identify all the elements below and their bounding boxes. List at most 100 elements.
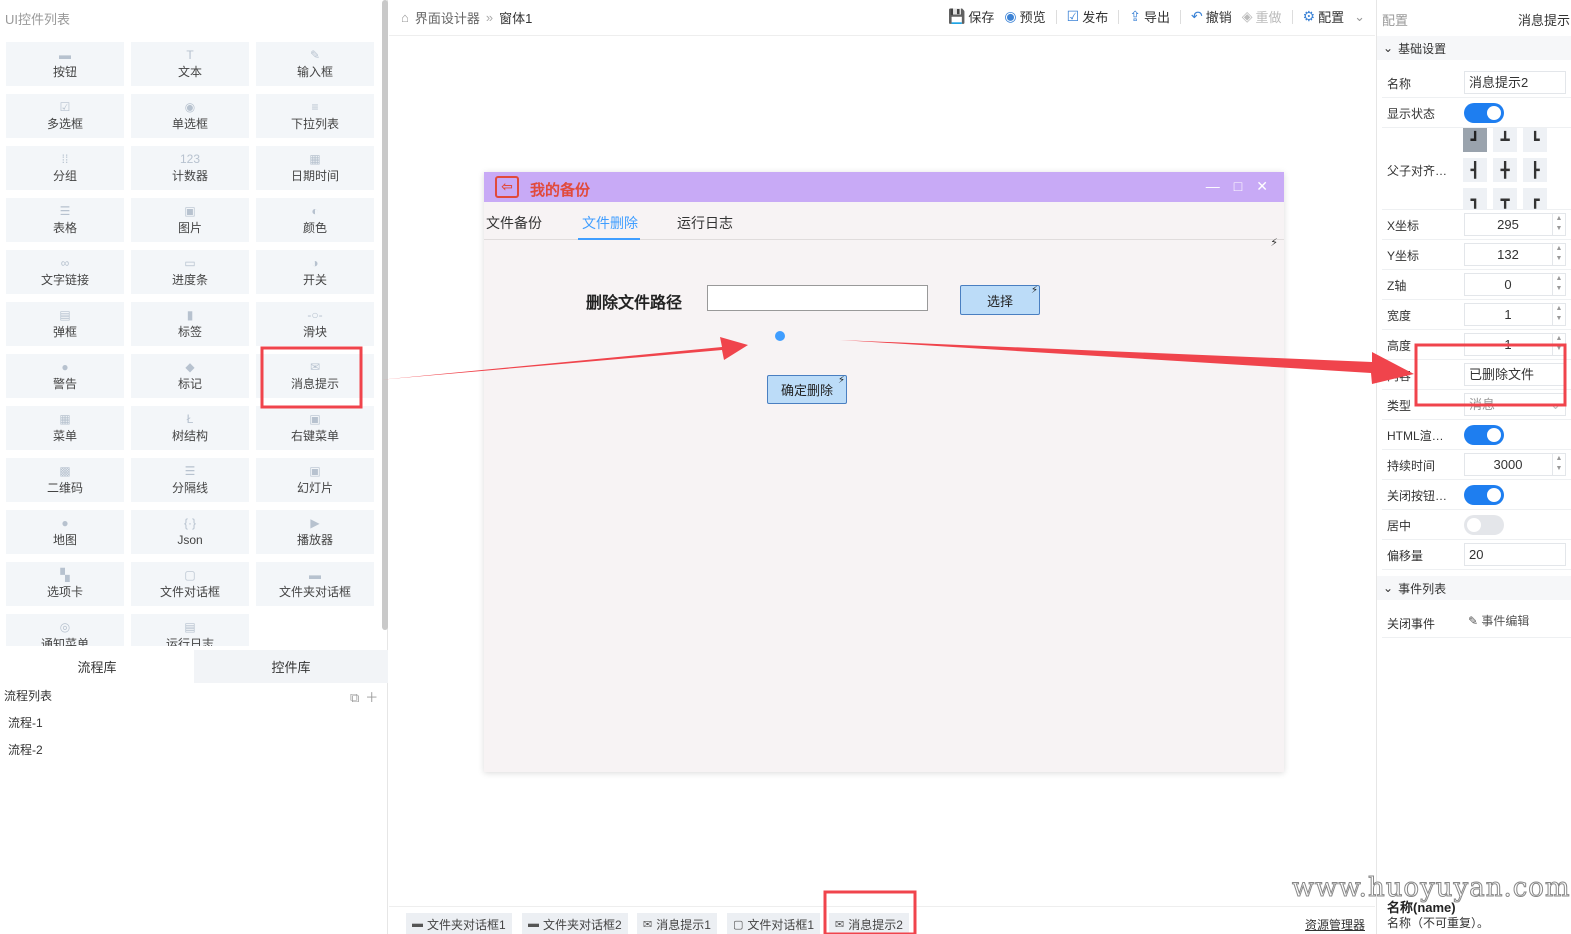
- component-tab[interactable]: ▬ 文件夹对话框2: [522, 913, 628, 934]
- y-field[interactable]: 132 ▲ ▼: [1464, 243, 1566, 266]
- control-slider[interactable]: -○- 滑块: [256, 302, 374, 346]
- align-option[interactable]: ┗: [1523, 128, 1547, 152]
- tab-run-log[interactable]: 运行日志: [677, 213, 733, 233]
- control-message[interactable]: ✉ 消息提示: [256, 354, 374, 398]
- type-select[interactable]: 消息 ⌄: [1464, 393, 1566, 416]
- component-tab[interactable]: ✉ 消息提示1: [637, 913, 717, 934]
- stepper-arrows-icon[interactable]: ▲ ▼: [1552, 454, 1565, 475]
- content-field[interactable]: 已删除文件: [1464, 363, 1566, 386]
- duration-field[interactable]: 3000 ▲ ▼: [1464, 453, 1566, 476]
- control-tabs[interactable]: ▚ 选项卡: [6, 562, 124, 606]
- design-window[interactable]: ⇦ 我的备份 — □ ✕ 文件备份 文件删除 运行日志 ⚡ 删除文件路径 选择 …: [484, 172, 1284, 772]
- control-context-menu[interactable]: ▣ 右键菜单: [256, 406, 374, 450]
- flow-item-2[interactable]: 流程-2: [8, 741, 43, 758]
- close-button-toggle[interactable]: [1464, 485, 1504, 505]
- control-checkbox[interactable]: ☑ 多选框: [6, 94, 124, 138]
- control-json[interactable]: {·} Json: [131, 510, 249, 554]
- minimize-icon[interactable]: —: [1206, 178, 1220, 195]
- control-datetime[interactable]: ▦ 日期时间: [256, 146, 374, 190]
- tab-control-library[interactable]: 控件库: [194, 650, 388, 683]
- delete-path-input[interactable]: [707, 285, 928, 311]
- control-tree[interactable]: Ł 树结构: [131, 406, 249, 450]
- control-switch[interactable]: ◑ 开关: [256, 250, 374, 294]
- control-menu[interactable]: ▦ 菜单: [6, 406, 124, 450]
- align-option[interactable]: ┛: [1463, 128, 1487, 152]
- align-option[interactable]: ┻: [1493, 128, 1517, 152]
- edit-event-button[interactable]: ✎ 事件编辑: [1464, 611, 1566, 634]
- control-text-link[interactable]: ∞ 文字链接: [6, 250, 124, 294]
- flow-list-add-icon[interactable]: ⧉＋: [350, 687, 384, 706]
- stepper-arrows-icon[interactable]: ▲ ▼: [1552, 244, 1565, 265]
- control-file-dialog[interactable]: ▢ 文件对话框: [131, 562, 249, 606]
- undo-button[interactable]: ↶ 撤销: [1191, 7, 1232, 26]
- breadcrumb-designer[interactable]: 界面设计器: [415, 8, 480, 27]
- x-field[interactable]: 295 ▲ ▼: [1464, 213, 1566, 236]
- stepper-arrows-icon[interactable]: ▲ ▼: [1552, 304, 1565, 325]
- tab-file-delete[interactable]: 文件删除: [582, 213, 638, 233]
- control-warning[interactable]: ● 警告: [6, 354, 124, 398]
- align-option[interactable]: ╋: [1493, 158, 1517, 182]
- align-option[interactable]: ┳: [1493, 188, 1517, 210]
- section-event-list[interactable]: ⌄ 事件列表: [1377, 576, 1571, 600]
- control-text[interactable]: T 文本: [131, 42, 249, 86]
- save-button[interactable]: 💾 保存: [948, 7, 994, 26]
- control-slideshow[interactable]: ▣ 幻灯片: [256, 458, 374, 502]
- align-option[interactable]: ┓: [1463, 188, 1487, 210]
- export-button[interactable]: ⇪ 导出: [1129, 7, 1170, 26]
- flow-item-1[interactable]: 流程-1: [8, 714, 43, 731]
- control-color[interactable]: ◐ 颜色: [256, 198, 374, 242]
- control-input[interactable]: ✎ 输入框: [256, 42, 374, 86]
- height-field[interactable]: 1 ▲ ▼: [1464, 333, 1566, 356]
- visible-toggle[interactable]: [1464, 103, 1504, 123]
- confirm-delete-button[interactable]: 确定删除 ⚡: [767, 375, 847, 404]
- home-icon[interactable]: ⌂: [401, 10, 409, 25]
- control-popup[interactable]: ▤ 弹框: [6, 302, 124, 346]
- control-tag[interactable]: ◆ 标记: [131, 354, 249, 398]
- redo-button[interactable]: ◈ 重做: [1242, 7, 1282, 26]
- stepper-arrows-icon[interactable]: ▲ ▼: [1552, 214, 1565, 235]
- chevron-down-icon[interactable]: ⌄: [1354, 9, 1365, 25]
- control-table[interactable]: ☰ 表格: [6, 198, 124, 242]
- offset-field[interactable]: 20: [1464, 543, 1566, 566]
- z-field[interactable]: 0 ▲ ▼: [1464, 273, 1566, 296]
- align-option[interactable]: ┫: [1463, 158, 1487, 182]
- component-tab[interactable]: ▢ 文件对话框1: [727, 913, 821, 934]
- message-component-marker[interactable]: [775, 331, 785, 341]
- control-button[interactable]: ▬ 按钮: [6, 42, 124, 86]
- resource-manager-link[interactable]: 资源管理器: [1305, 916, 1365, 933]
- component-tab[interactable]: ▬ 文件夹对话框1: [406, 913, 512, 934]
- preview-button[interactable]: ◉ 预览: [1004, 7, 1045, 26]
- control-label[interactable]: ▮ 标签: [131, 302, 249, 346]
- publish-button[interactable]: ☑ 发布: [1067, 7, 1109, 26]
- name-field[interactable]: 消息提示2: [1464, 71, 1566, 94]
- window-titlebar[interactable]: ⇦ 我的备份 — □ ✕: [484, 172, 1284, 202]
- stepper-arrows-icon[interactable]: ▲ ▼: [1552, 334, 1565, 355]
- control-counter[interactable]: 123 计数器: [131, 146, 249, 190]
- control-dropdown[interactable]: ≡ 下拉列表: [256, 94, 374, 138]
- align-option[interactable]: ┣: [1523, 158, 1547, 182]
- control-image[interactable]: ▣ 图片: [131, 198, 249, 242]
- config-button[interactable]: ⚙ 配置: [1303, 7, 1345, 26]
- tab-file-backup[interactable]: 文件备份: [486, 213, 542, 233]
- close-icon[interactable]: ✕: [1256, 178, 1268, 195]
- control-group[interactable]: ⁞⁞ 分组: [6, 146, 124, 190]
- tab-flow-library[interactable]: 流程库: [0, 650, 194, 683]
- control-folder-dialog[interactable]: ▬ 文件夹对话框: [256, 562, 374, 606]
- stepper-arrows-icon[interactable]: ▲ ▼: [1552, 274, 1565, 295]
- align-option[interactable]: ┏: [1523, 188, 1547, 210]
- section-basic-settings[interactable]: ⌄ 基础设置: [1377, 36, 1571, 60]
- maximize-icon[interactable]: □: [1234, 178, 1242, 195]
- control-progress[interactable]: ▭ 进度条: [131, 250, 249, 294]
- width-field[interactable]: 1 ▲ ▼: [1464, 303, 1566, 326]
- control-radio[interactable]: ◉ 单选框: [131, 94, 249, 138]
- control-player[interactable]: ▶ 播放器: [256, 510, 374, 554]
- control-notify-menu[interactable]: ◎ 通知菜单: [6, 614, 124, 646]
- control-divider[interactable]: ☰ 分隔线: [131, 458, 249, 502]
- select-button[interactable]: 选择 ⚡: [960, 285, 1040, 315]
- html-toggle[interactable]: [1464, 425, 1504, 445]
- control-qrcode[interactable]: ▩ 二维码: [6, 458, 124, 502]
- control-map[interactable]: ● 地图: [6, 510, 124, 554]
- left-scrollbar[interactable]: [382, 0, 388, 630]
- center-toggle[interactable]: [1464, 515, 1504, 535]
- component-tab-active[interactable]: ✉ 消息提示2: [829, 913, 909, 934]
